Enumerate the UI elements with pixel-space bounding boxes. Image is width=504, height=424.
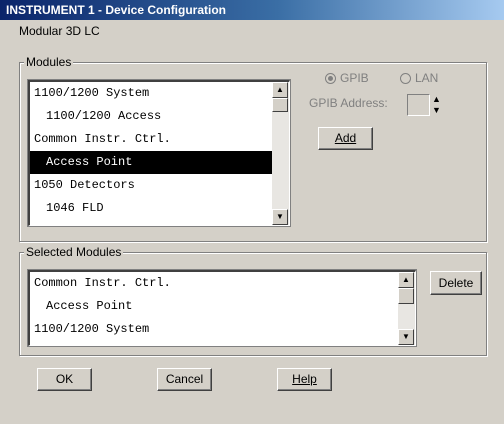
spin-up-down-icon[interactable]: ▲ ▼ <box>431 94 442 116</box>
available-modules-list[interactable]: 1100/1200 System 1100/1200 Access Common I… <box>27 79 291 227</box>
modules-scrollbar[interactable]: ▲ ▼ <box>272 82 289 225</box>
title-bar[interactable]: INSTRUMENT 1 - Device Configuration <box>0 0 504 20</box>
radio-selected-icon <box>325 72 336 84</box>
add-button[interactable]: Add <box>318 127 373 150</box>
list-item[interactable]: 1050 Detectors <box>30 174 272 197</box>
delete-button-label: Delete <box>438 276 474 290</box>
help-button-label: Help <box>292 372 317 386</box>
add-button-label: Add <box>334 131 357 145</box>
selected-scrollbar[interactable]: ▲ ▼ <box>398 272 415 345</box>
selected-modules-groupbox: Selected Modules Common Instr. Ctrl. Acce… <box>19 245 487 356</box>
modules-legend: Modules <box>24 55 74 69</box>
list-item[interactable]: 1100/1200 System <box>30 82 272 105</box>
help-button[interactable]: Help <box>277 368 332 391</box>
scroll-up-arrow-icon[interactable]: ▲ <box>272 82 288 98</box>
cancel-button[interactable]: Cancel <box>157 368 212 391</box>
spin-down-arrow-icon[interactable]: ▼ <box>431 105 442 116</box>
selected-modules-list[interactable]: Common Instr. Ctrl. Access Point 1100/1200… <box>27 269 417 347</box>
list-item[interactable]: Access Point <box>30 295 398 318</box>
gpib-radio[interactable]: GPIB <box>325 71 369 85</box>
available-modules-items: 1100/1200 System 1100/1200 Access Common I… <box>30 82 272 225</box>
scrollbar-thumb[interactable] <box>398 288 414 304</box>
scroll-down-arrow-icon[interactable]: ▼ <box>272 209 288 225</box>
ok-button-label: OK <box>55 372 74 386</box>
list-item[interactable]: 1046 FLD <box>30 197 272 220</box>
list-item[interactable]: Common Instr. Ctrl. <box>30 272 398 295</box>
radio-unselected-icon <box>400 72 411 84</box>
scroll-down-arrow-icon[interactable]: ▼ <box>398 329 414 345</box>
list-item[interactable]: 1100/1200 Access <box>30 105 272 128</box>
spin-up-arrow-icon[interactable]: ▲ <box>431 94 442 105</box>
window-title: INSTRUMENT 1 - Device Configuration <box>6 3 227 17</box>
list-item[interactable]: Access Point <box>30 151 272 174</box>
dialog-window: INSTRUMENT 1 - Device Configuration Modu… <box>0 0 504 424</box>
lan-radio-label: LAN <box>415 71 439 85</box>
cancel-button-label: Cancel <box>165 372 204 386</box>
modules-groupbox: Modules 1100/1200 System 1100/1200 Access… <box>19 55 487 242</box>
list-item[interactable]: Common Instr. Ctrl. <box>30 128 272 151</box>
scrollbar-thumb[interactable] <box>272 98 288 112</box>
scroll-up-arrow-icon[interactable]: ▲ <box>398 272 414 288</box>
device-type-label: Modular 3D LC <box>19 24 100 38</box>
gpib-address-label: GPIB Address: <box>309 96 388 110</box>
list-item[interactable]: 1100/1200 System <box>30 318 398 341</box>
lan-radio[interactable]: LAN <box>400 71 438 85</box>
ok-button[interactable]: OK <box>37 368 92 391</box>
selected-modules-legend: Selected Modules <box>24 245 124 259</box>
gpib-address-field[interactable] <box>407 94 430 116</box>
selected-modules-items: Common Instr. Ctrl. Access Point 1100/1200… <box>30 272 398 345</box>
gpib-radio-label: GPIB <box>340 71 369 85</box>
delete-button[interactable]: Delete <box>430 271 482 295</box>
